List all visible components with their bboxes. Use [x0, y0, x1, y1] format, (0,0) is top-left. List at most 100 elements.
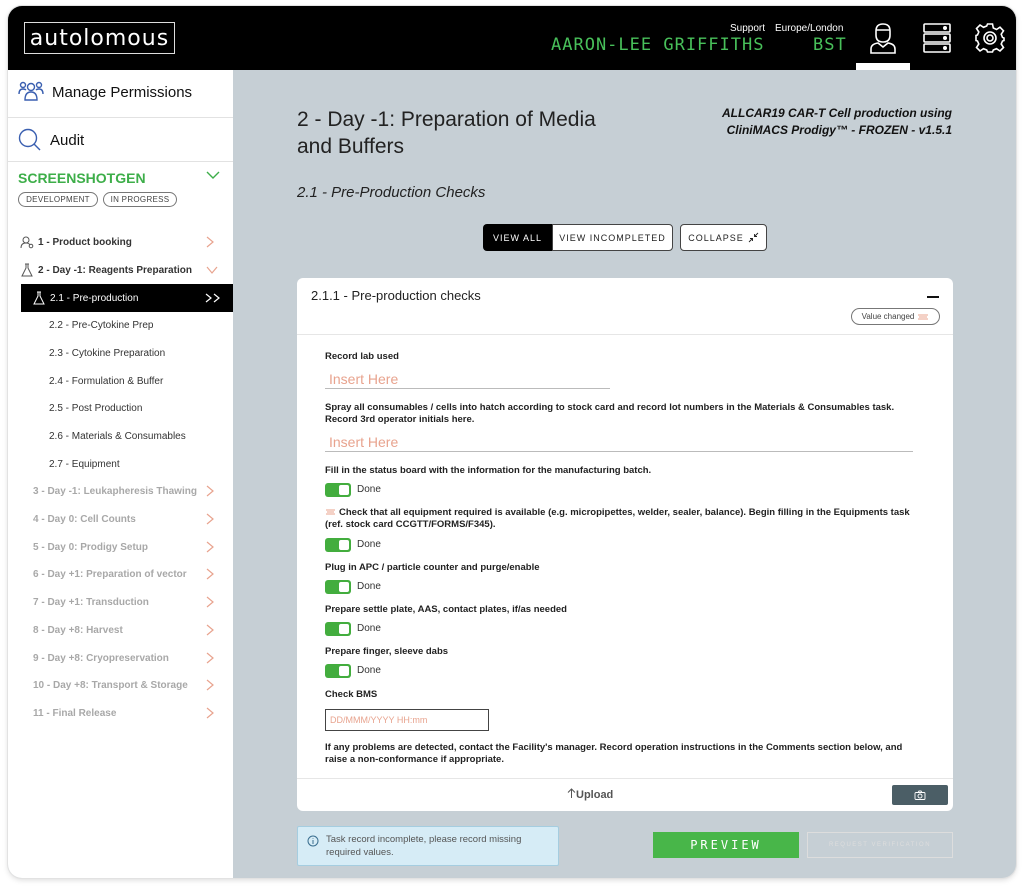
sidebar-item-transport-storage[interactable]: 10 - Day +8: Transport & Storage: [8, 672, 233, 698]
sidebar-item-label: 5 - Day 0: Prodigy Setup: [33, 541, 149, 553]
chevron-right-icon: [206, 624, 214, 636]
app-window: autolomous Support Europe/London AARON-L…: [8, 6, 1016, 878]
audit-label: Audit: [50, 131, 85, 149]
page-title: 2 - Day -1: Preparation of Media and Buf…: [297, 108, 596, 158]
audit-link[interactable]: Audit: [18, 128, 84, 152]
upload-button[interactable]: Upload: [567, 788, 613, 801]
users-icon: [18, 81, 44, 101]
toggle-label: Done: [357, 484, 381, 495]
sidebar-item-transduction[interactable]: 7 - Day +1: Transduction: [8, 589, 233, 615]
sidebar-item-label: 4 - Day 0: Cell Counts: [33, 513, 136, 525]
view-incompleted-button[interactable]: VIEW INCOMPLETED: [552, 224, 673, 251]
timezone-abbr: BST: [813, 35, 847, 55]
apc-toggle[interactable]: [325, 580, 351, 594]
sidebar-item-prodigy-setup[interactable]: 5 - Day 0: Prodigy Setup: [8, 534, 233, 560]
sidebar-item-label: 2.5 - Post Production: [49, 402, 143, 414]
chevron-right-icon: [206, 541, 214, 553]
sidebar-item-preparation-of-vector[interactable]: 6 - Day +1: Preparation of vector: [8, 561, 233, 587]
section-title: 2.1 - Pre-Production Checks: [297, 184, 486, 201]
sidebar-item-leukapheresis-thawing[interactable]: 3 - Day -1: Leukapheresis Thawing: [8, 478, 233, 504]
request-verification-button[interactable]: REQUEST VERIFICATION: [807, 832, 953, 858]
chevron-right-icon: [206, 652, 214, 664]
toggle-label: Done: [357, 623, 381, 634]
sidebar-item-equipment[interactable]: 2.7 - Equipment: [8, 451, 233, 477]
sidebar-item-label: 2.2 - Pre-Cytokine Prep: [49, 319, 154, 331]
chevron-right-icon: [206, 679, 214, 691]
collapse-icon: [748, 232, 759, 243]
sidebar-item-final-release[interactable]: 11 - Final Release: [8, 700, 233, 726]
chevron-down-icon[interactable]: [206, 170, 220, 180]
sidebar-item-pre-production[interactable]: 2.1 - Pre-production: [21, 284, 233, 312]
sidebar-item-cell-counts[interactable]: 4 - Day 0: Cell Counts: [8, 506, 233, 532]
spray-consumables-label: Spray all consumables / cells into hatch…: [325, 402, 895, 425]
divider: [297, 334, 953, 335]
check-bms-label: Check BMS: [325, 689, 378, 700]
manage-permissions-link[interactable]: Manage Permissions: [18, 80, 192, 104]
view-all-button[interactable]: VIEW ALL: [483, 224, 552, 251]
camera-icon: [914, 790, 926, 800]
user-name: AARON-LEE GRIFFITHS: [551, 35, 765, 55]
gear-icon[interactable]: [970, 18, 1010, 58]
sidebar-item-cytokine-preparation[interactable]: 2.3 - Cytokine Preparation: [8, 340, 233, 366]
divider: [8, 161, 233, 162]
double-chevron-right-icon: [205, 293, 220, 303]
app-logo[interactable]: autolomous: [24, 22, 175, 54]
search-icon: [18, 128, 41, 151]
sidebar-item-label: 7 - Day +1: Transduction: [33, 596, 149, 608]
sidebar-item-label: 11 - Final Release: [33, 707, 117, 719]
sidebar-item-reagents-preparation[interactable]: 2 - Day -1: Reagents Preparation: [8, 257, 233, 283]
status-board-toggle[interactable]: [325, 483, 351, 497]
settle-plate-toggle[interactable]: [325, 622, 351, 636]
settle-plate-label: Prepare settle plate, AAS, contact plate…: [325, 604, 567, 615]
flask-icon: [21, 263, 33, 277]
sidebar-item-materials-consumables[interactable]: 2.6 - Materials & Consumables: [8, 423, 233, 449]
flask-icon: [33, 291, 45, 305]
bms-datetime-input[interactable]: DD/MMM/YYYY HH:mm: [325, 709, 489, 731]
finger-dabs-label: Prepare finger, sleeve dabs: [325, 646, 449, 657]
value-changed-badge: Value changed: [851, 308, 940, 325]
strikethrough-icon: [326, 509, 335, 515]
sidebar-item-harvest[interactable]: 8 - Day +8: Harvest: [8, 617, 233, 643]
timezone-label: Europe/London: [775, 23, 844, 34]
sidebar-item-label: 9 - Day +8: Cryopreservation: [33, 652, 169, 664]
project-name[interactable]: SCREENSHOTGEN: [18, 170, 146, 186]
sidebar-item-label: 10 - Day +8: Transport & Storage: [33, 679, 188, 691]
sidebar-item-cryopreservation[interactable]: 9 - Day +8: Cryopreservation: [8, 645, 233, 671]
sidebar-item-label: 3 - Day -1: Leukapheresis Thawing: [33, 485, 197, 497]
sidebar-item-post-production[interactable]: 2.5 - Post Production: [8, 395, 233, 421]
camera-button[interactable]: [892, 785, 948, 805]
user-search-icon: [20, 236, 34, 249]
toggle-label: Done: [357, 581, 381, 592]
chevron-right-icon: [206, 568, 214, 580]
incomplete-notice-text: Task record incomplete, please record mi…: [326, 834, 522, 858]
problems-note: If any problems are detected, contact th…: [325, 742, 903, 765]
support-link[interactable]: Support: [730, 23, 765, 34]
divider: [8, 117, 233, 118]
equipment-check-label: Check that all equipment required is ava…: [325, 507, 925, 531]
collapse-button[interactable]: COLLAPSE: [680, 224, 767, 251]
preview-button[interactable]: PREVIEW: [653, 832, 799, 858]
equipment-toggle[interactable]: [325, 538, 351, 552]
sidebar-item-label: 2.6 - Materials & Consumables: [49, 430, 186, 442]
server-icon[interactable]: [917, 18, 957, 58]
collapse-card-button[interactable]: [927, 296, 939, 298]
chevron-right-icon: [206, 596, 214, 608]
upload-label: Upload: [576, 789, 614, 801]
user-icon[interactable]: [863, 18, 903, 58]
sidebar-item-formulation-buffer[interactable]: 2.4 - Formulation & Buffer: [8, 368, 233, 394]
manage-permissions-label: Manage Permissions: [52, 83, 193, 101]
sidebar-item-pre-cytokine-prep[interactable]: 2.2 - Pre-Cytokine Prep: [8, 312, 233, 338]
finger-dabs-toggle[interactable]: [325, 664, 351, 678]
lab-used-input[interactable]: Insert Here: [325, 369, 610, 389]
toggle-label: Done: [357, 539, 381, 550]
sidebar-item-product-booking[interactable]: 1 - Product booking: [8, 229, 233, 255]
toggle-label: Done: [357, 665, 381, 676]
lab-used-label: Record lab used: [325, 351, 399, 362]
operator-initials-input[interactable]: Insert Here: [325, 432, 913, 452]
status-badge-development: DEVELOPMENT: [18, 192, 98, 207]
task-card: 2.1.1 - Pre-production checks Value chan…: [297, 278, 953, 811]
status-board-label: Fill in the status board with the inform…: [325, 465, 652, 476]
chevron-right-icon: [206, 513, 214, 525]
card-title: 2.1.1 - Pre-production checks: [311, 288, 481, 303]
chevron-right-icon: [206, 236, 214, 248]
